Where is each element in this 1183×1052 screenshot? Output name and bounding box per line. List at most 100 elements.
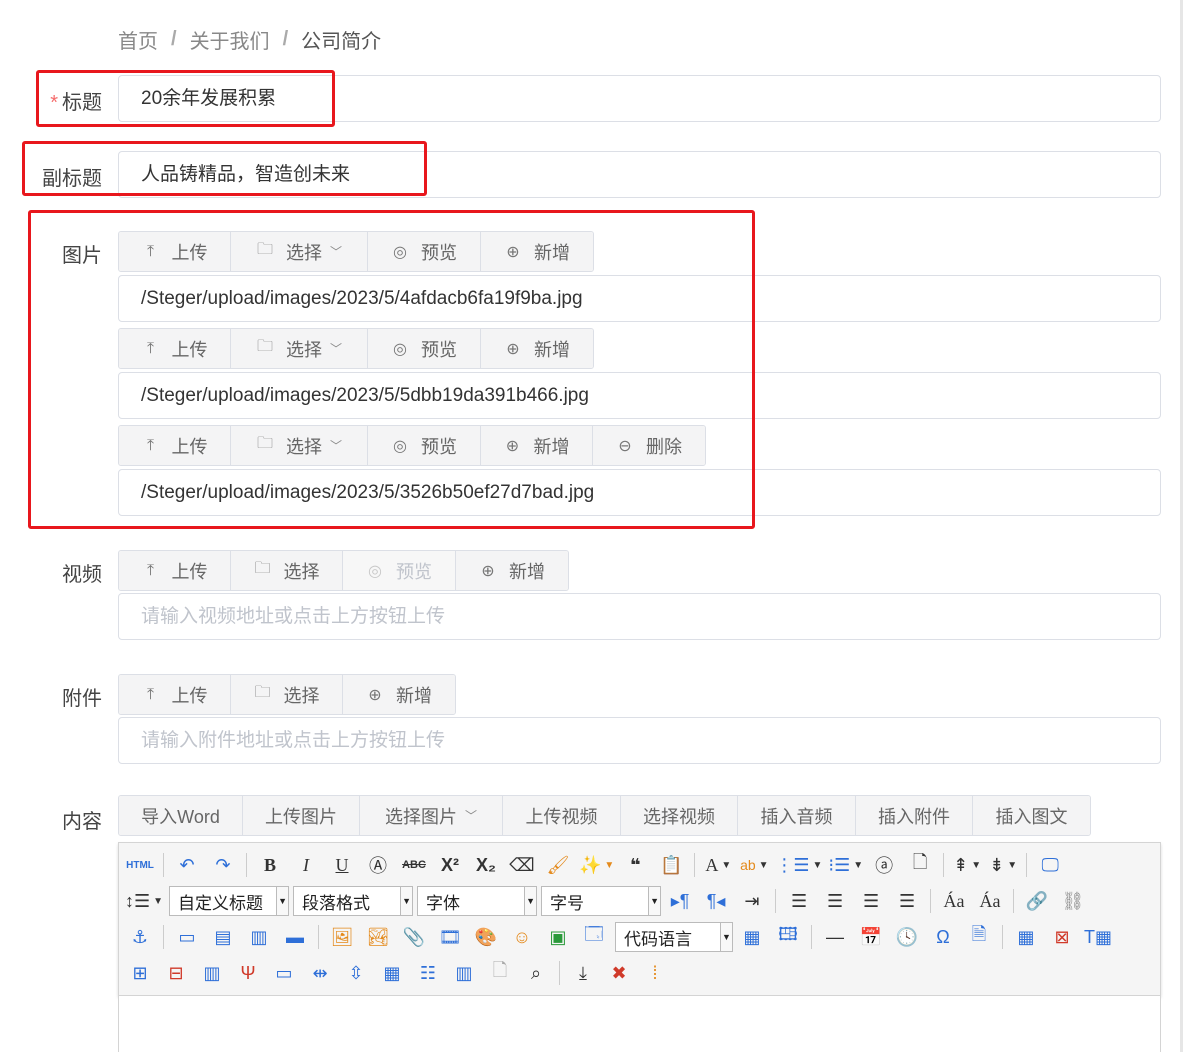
bold-icon[interactable]: B [255, 850, 285, 880]
unlink-icon[interactable]: ⛓ [1058, 886, 1088, 916]
font-color-icon[interactable]: A ▼ [703, 850, 733, 880]
redo-icon[interactable]: ↷ [208, 850, 238, 880]
split-to-rows-icon[interactable]: ☷ [413, 958, 443, 988]
select-video-button[interactable]: 选择视频 [621, 796, 738, 835]
background-color-icon[interactable]: ab ▼ [739, 850, 769, 880]
insert-image-text-button[interactable]: 插入图文 [973, 796, 1090, 835]
preview-screen-icon[interactable]: 🖵 [1035, 850, 1065, 880]
lowercase-icon[interactable]: Áa [975, 886, 1005, 916]
insert-table-icon[interactable]: ▦ [1011, 922, 1041, 952]
subscript-icon[interactable]: X₂ [471, 850, 501, 880]
insert-audio-button[interactable]: 插入音频 [738, 796, 856, 835]
upload-button[interactable]: ⤒ 上传 [119, 551, 231, 590]
row-spacing-top-icon[interactable]: ⇞ ▼ [952, 850, 982, 880]
unordered-list-icon[interactable]: ⁝☰ ▼ [828, 850, 863, 880]
anchor-icon[interactable]: ⚓ [125, 922, 155, 952]
split-to-cols-icon[interactable]: ▥ [449, 958, 479, 988]
delete-table-icon[interactable]: ⊠ [1047, 922, 1077, 952]
emotion-icon[interactable]: ☺ [507, 922, 537, 952]
align-justify-icon[interactable]: ☰ [892, 886, 922, 916]
auto-format-icon[interactable]: ✨ ▼ [579, 850, 614, 880]
undo-icon[interactable]: ↶ [172, 850, 202, 880]
search-replace-icon[interactable]: ⌕ [521, 958, 551, 988]
image-float-none-icon[interactable]: ▭ [172, 922, 202, 952]
scrawl-icon[interactable]: 🎨 [471, 922, 501, 952]
print-icon[interactable]: 🗋 [485, 958, 515, 988]
special-chars-icon[interactable]: Ω [928, 922, 958, 952]
video-input[interactable]: 请输入视频地址或点击上方按钮上传 [118, 593, 1161, 640]
image-center-icon[interactable]: ▬ [280, 922, 310, 952]
table-caption-icon[interactable]: T▦ [1083, 922, 1113, 952]
insert-column-icon[interactable]: ▥ [197, 958, 227, 988]
merge-cells-icon[interactable]: ▭ [269, 958, 299, 988]
editor-content-area[interactable] [118, 996, 1161, 1052]
select-button[interactable]: 🗀 选择 [231, 675, 343, 714]
chart-icon[interactable]: ⁞ [640, 958, 670, 988]
format-brush-icon[interactable]: 🖌 [543, 850, 573, 880]
line-height-icon[interactable]: ↕☰ ▼ [125, 886, 163, 916]
web-page-icon[interactable]: 🗔 [579, 922, 609, 952]
image-float-right-icon[interactable]: ▥ [244, 922, 274, 952]
font-border-icon[interactable]: Ⓐ [363, 850, 393, 880]
custom-heading-select[interactable]: 自定义标题 ▼ [169, 886, 290, 916]
underline-icon[interactable]: U [327, 850, 357, 880]
ltr-direction-icon[interactable]: ▸¶ [665, 886, 695, 916]
link-icon[interactable]: 🔗 [1022, 886, 1052, 916]
upload-image-button[interactable]: 上传图片 [243, 796, 360, 835]
rtl-direction-icon[interactable]: ¶◂ [701, 886, 731, 916]
attachment-clip-icon[interactable]: 📎 [399, 922, 429, 952]
ordered-list-icon[interactable]: ⋮☰ ▼ [775, 850, 822, 880]
preview-button[interactable]: ◎ 预览 [343, 551, 456, 590]
font-family-select[interactable]: 字体 ▼ [417, 886, 538, 916]
align-left-icon[interactable]: ☰ [784, 886, 814, 916]
add-button[interactable]: ⊕ 新增 [456, 551, 568, 590]
toolbar-divider [1013, 889, 1015, 913]
word-image-icon[interactable]: 🗎 [964, 922, 994, 952]
select-all-icon[interactable]: ⓐ [869, 850, 899, 880]
breadcrumb-about[interactable]: 关于我们 [190, 25, 270, 54]
align-right-icon[interactable]: ☰ [856, 886, 886, 916]
split-to-cells-icon[interactable]: ▦ [377, 958, 407, 988]
insert-image-icon[interactable]: 🏞 [363, 922, 393, 952]
strikethrough-icon[interactable]: ABC [399, 850, 429, 880]
attachment-input[interactable]: 请输入附件地址或点击上方按钮上传 [118, 717, 1161, 764]
uppercase-icon[interactable]: Áa [939, 886, 969, 916]
insert-row-icon[interactable]: ⊞ [125, 958, 155, 988]
upload-button[interactable]: ⤒ 上传 [119, 675, 231, 714]
clear-document-icon[interactable]: 🗋 [905, 850, 935, 880]
delete-column-icon[interactable]: Ψ [233, 958, 263, 988]
row-spacing-bottom-icon[interactable]: ⇟ ▼ [988, 850, 1018, 880]
blockquote-icon[interactable]: ❝ [620, 850, 650, 880]
image-float-left-icon[interactable]: ▤ [208, 922, 238, 952]
add-button[interactable]: ⊕ 新增 [343, 675, 455, 714]
time-icon[interactable]: 🕓 [892, 922, 922, 952]
superscript-icon[interactable]: X² [435, 850, 465, 880]
paste-text-icon[interactable]: 📋 [656, 850, 686, 880]
merge-right-icon[interactable]: ⇹ [305, 958, 335, 988]
date-icon[interactable]: 📅 [856, 922, 886, 952]
select-image-button[interactable]: 选择图片 ﹀ [360, 796, 503, 835]
indent-icon[interactable]: ⇥ [737, 886, 767, 916]
font-size-select[interactable]: 字号 ▼ [541, 886, 662, 916]
html-source-icon[interactable]: HTML [125, 850, 155, 880]
page-break-icon[interactable]: ⤓ [568, 958, 598, 988]
merge-down-icon[interactable]: ⇳ [341, 958, 371, 988]
horizontal-rule-icon[interactable]: — [820, 922, 850, 952]
italic-icon[interactable]: I [291, 850, 321, 880]
insert-video-icon[interactable]: 🎞 [435, 922, 465, 952]
import-word-button[interactable]: 导入Word [119, 796, 243, 835]
insert-attachment-button[interactable]: 插入附件 [856, 796, 973, 835]
remove-format-icon[interactable]: ✖ [604, 958, 634, 988]
background-image-icon[interactable]: 🖽 [773, 922, 803, 952]
delete-row-icon[interactable]: ⊟ [161, 958, 191, 988]
insert-frame-icon[interactable]: ▣ [543, 922, 573, 952]
paragraph-format-select[interactable]: 段落格式 ▼ [293, 886, 414, 916]
select-button[interactable]: 🗀 选择 [231, 551, 343, 590]
eraser-icon[interactable]: ⌫ [507, 850, 537, 880]
align-center-icon[interactable]: ☰ [820, 886, 850, 916]
code-language-select[interactable]: 代码语言 ▼ [615, 922, 733, 952]
upload-video-button[interactable]: 上传视频 [503, 796, 621, 835]
breadcrumb-home[interactable]: 首页 [118, 25, 158, 54]
template-icon[interactable]: ▦ [737, 922, 767, 952]
simple-upload-icon[interactable]: 🖼 [327, 922, 357, 952]
